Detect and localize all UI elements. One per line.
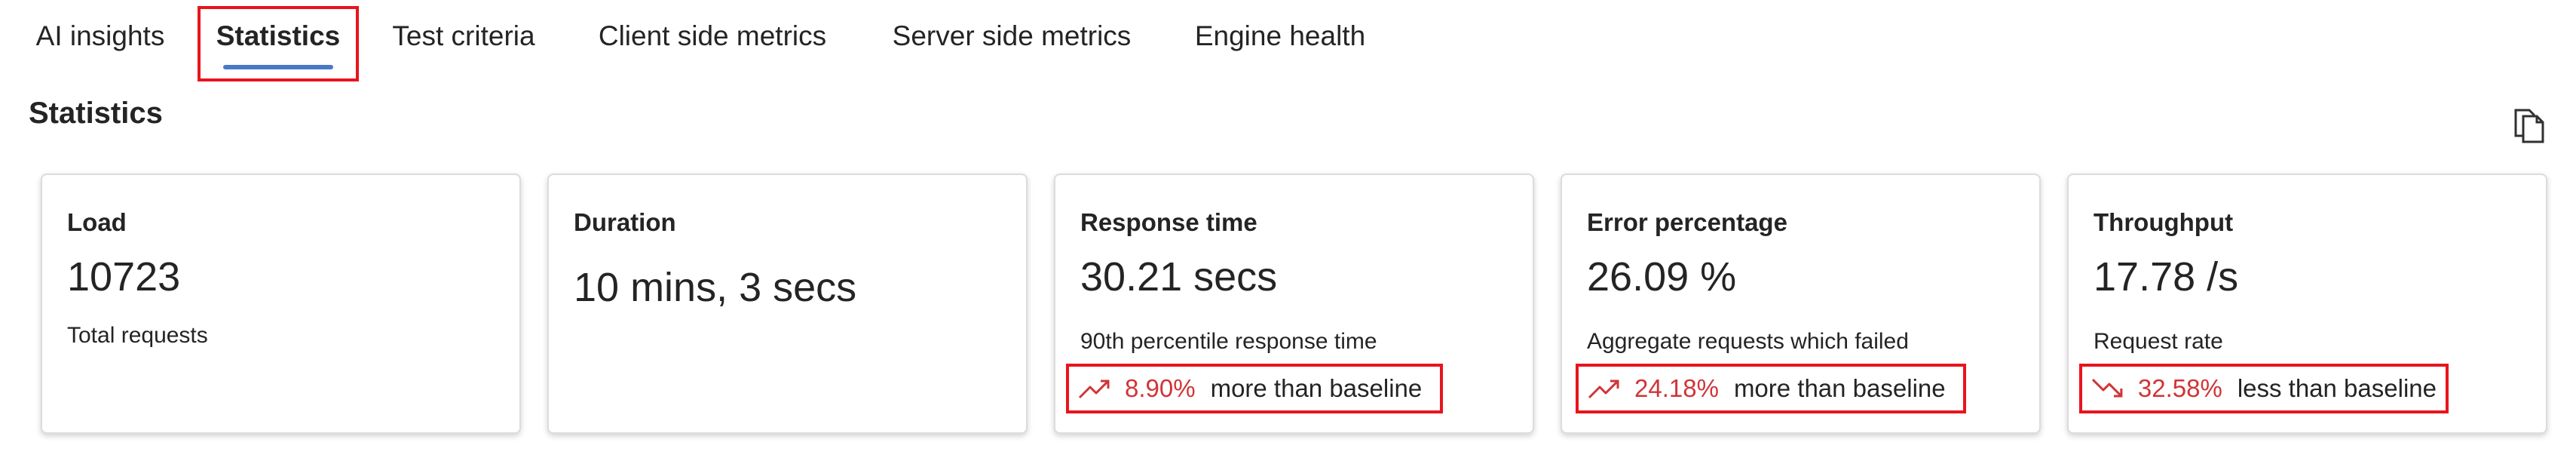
comparison-text: more than baseline [1733,374,1946,402]
card-value: 26.09 % [1587,254,1737,300]
section-title: Statistics [29,97,163,130]
card-subtitle: Total requests [67,323,208,348]
tab-client-side-metrics[interactable]: Client side metrics [588,0,837,85]
stat-card-duration: Duration 10 mins, 3 secs [547,174,1028,434]
stat-card-load: Load 10723 Total requests [41,174,521,434]
card-title: Load [67,208,127,236]
trending-up-icon [1588,379,1619,399]
card-title: Response time [1080,208,1257,236]
tab-test-criteria[interactable]: Test criteria [377,0,550,85]
baseline-comparison: 32.58% less than baseline [2079,364,2449,413]
card-value: 10723 [67,254,181,300]
card-subtitle: Aggregate requests which failed [1587,329,1909,354]
tab-label: Test criteria [392,20,535,51]
highlight-box [198,6,359,81]
comparison-text: less than baseline [2237,374,2437,402]
card-subtitle: 90th percentile response time [1080,329,1377,354]
tab-engine-health[interactable]: Engine health [1182,0,1378,85]
tab-label: Client side metrics [598,20,827,51]
copy-icon[interactable] [2513,106,2547,143]
tab-label: Engine health [1194,20,1366,51]
card-value: 17.78 /s [2094,254,2239,300]
stat-card-throughput: Throughput 17.78 /s Request rate 32.58% … [2067,174,2547,434]
comparison-text: more than baseline [1210,374,1423,402]
baseline-comparison: 24.18% more than baseline [1576,364,1966,413]
trending-down-icon [2091,378,2123,398]
card-subtitle: Request rate [2094,329,2223,354]
tab-server-side-metrics[interactable]: Server side metrics [885,0,1138,85]
stat-card-error-percentage: Error percentage 26.09 % Aggregate reque… [1561,174,2041,434]
card-value: 30.21 secs [1080,254,1278,300]
tab-bar: AI insights Statistics Test criteria Cli… [0,0,2576,85]
stat-card-response-time: Response time 30.21 secs 90th percentile… [1054,174,1534,434]
tab-label: Server side metrics [892,20,1132,51]
card-title: Error percentage [1587,208,1787,236]
comparison-percent: 8.90% [1125,374,1196,402]
comparison-percent: 24.18% [1634,374,1719,402]
baseline-comparison: 8.90% more than baseline [1066,364,1443,413]
card-value: 10 mins, 3 secs [574,265,857,310]
tab-label: AI insights [35,20,165,51]
tab-ai-insights[interactable]: AI insights [14,0,187,85]
trending-up-icon [1078,379,1110,399]
card-title: Throughput [2094,208,2234,236]
card-title: Duration [574,208,676,236]
comparison-percent: 32.58% [2137,374,2222,402]
